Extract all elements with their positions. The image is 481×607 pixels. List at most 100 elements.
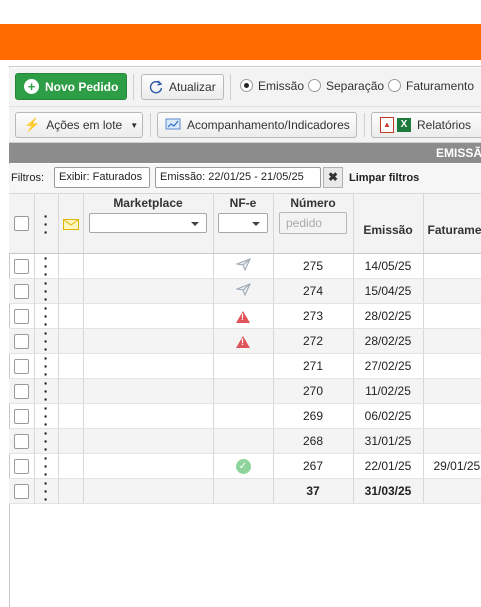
clear-filters-link[interactable]: Limpar filtros — [349, 172, 419, 184]
marketplace-cell — [83, 379, 213, 404]
filter-chip-status[interactable]: Exibir: Faturados — [54, 167, 150, 188]
row-mail-cell — [58, 279, 83, 304]
kebab-menu-icon[interactable]: ··· — [35, 354, 58, 378]
kebab-menu-icon[interactable]: ··· — [35, 304, 58, 328]
radio-emissao[interactable] — [240, 79, 253, 92]
header-menu-cell: ··· — [34, 194, 58, 254]
bulk-actions-button[interactable]: ⚡ Ações em lote ▼ — [15, 112, 143, 138]
table-row[interactable]: ··· 27328/02/25 — [9, 304, 481, 329]
envelope-icon[interactable] — [63, 219, 79, 230]
row-checkbox[interactable] — [14, 259, 29, 274]
table-row[interactable]: ···✓26722/01/2529/01/25 — [9, 454, 481, 479]
row-checkbox[interactable] — [14, 309, 29, 324]
refresh-button[interactable]: Atualizar — [141, 74, 224, 100]
numero-cell: 269 — [273, 404, 353, 429]
table-row[interactable]: ···26906/02/25 — [9, 404, 481, 429]
faturamento-cell — [423, 354, 481, 379]
kebab-menu-icon[interactable]: ··· — [35, 404, 58, 428]
refresh-label: Atualizar — [169, 80, 216, 94]
toolbar-divider — [133, 74, 134, 100]
kebab-menu-icon[interactable]: ··· — [35, 329, 58, 353]
header-bar — [0, 24, 481, 60]
row-select-cell — [9, 254, 34, 279]
row-checkbox[interactable] — [14, 359, 29, 374]
row-menu-cell: ··· — [34, 304, 58, 329]
section-header-title: EMISSÃ — [436, 146, 481, 160]
faturamento-cell — [423, 479, 481, 504]
toolbar-divider — [230, 74, 231, 100]
radio-emissao-label: Emissão — [258, 79, 304, 93]
table-row[interactable]: ··· 27415/04/25 — [9, 279, 481, 304]
row-checkbox[interactable] — [14, 284, 29, 299]
faturamento-cell — [423, 254, 481, 279]
totals-checkbox[interactable] — [14, 484, 29, 499]
kebab-menu-icon[interactable]: ··· — [35, 254, 58, 278]
toolbar-divider — [150, 113, 151, 137]
emissao-column-header[interactable]: Emissão — [353, 194, 423, 254]
faturamento-cell — [423, 279, 481, 304]
row-checkbox[interactable] — [14, 459, 29, 474]
marketplace-cell — [83, 479, 213, 504]
numero-cell: 275 — [273, 254, 353, 279]
row-menu-cell: ··· — [34, 379, 58, 404]
kebab-menu-icon[interactable]: ··· — [35, 279, 58, 303]
reports-button[interactable]: ▲ X Relatórios — [371, 112, 481, 138]
nfe-cell — [213, 304, 273, 329]
emissao-cell: 15/04/25 — [353, 279, 423, 304]
marketplace-cell — [83, 354, 213, 379]
order-number-input[interactable]: pedido — [279, 212, 347, 234]
toolbar-divider — [364, 113, 365, 137]
nfe-cell — [213, 404, 273, 429]
table-row[interactable]: ···27228/02/25 — [9, 329, 481, 354]
row-mail-cell — [58, 454, 83, 479]
marketplace-filter-select[interactable] — [89, 213, 207, 233]
numero-cell: 268 — [273, 429, 353, 454]
row-mail-cell — [58, 479, 83, 504]
faturamento-column-header[interactable]: Faturame — [423, 194, 481, 254]
row-menu-cell: ··· — [34, 454, 58, 479]
paper-plane-icon — [236, 285, 251, 299]
kebab-menu-icon[interactable]: ··· — [35, 479, 58, 503]
plus-icon: + — [24, 79, 39, 94]
numero-cell: 273 — [273, 304, 353, 329]
kebab-menu-icon[interactable]: ··· — [35, 454, 58, 478]
row-checkbox[interactable] — [14, 384, 29, 399]
numero-cell: 271 — [273, 354, 353, 379]
emissao-cell: 28/02/25 — [353, 304, 423, 329]
tracking-indicators-label: Acompanhamento/Indicadores — [187, 118, 350, 132]
row-select-cell — [9, 354, 34, 379]
row-checkbox[interactable] — [14, 434, 29, 449]
emissao-cell: 11/02/25 — [353, 379, 423, 404]
chart-icon — [165, 118, 181, 132]
table-row[interactable]: ···27011/02/25 — [9, 379, 481, 404]
marketplace-cell — [83, 454, 213, 479]
row-select-cell — [9, 329, 34, 354]
radio-separacao[interactable] — [308, 79, 321, 92]
select-all-checkbox[interactable] — [14, 216, 29, 231]
nfe-cell — [213, 379, 273, 404]
emissao-cell: 31/01/25 — [353, 429, 423, 454]
nfe-filter-select[interactable] — [218, 213, 268, 233]
numero-cell: 274 — [273, 279, 353, 304]
radio-faturamento[interactable] — [388, 79, 401, 92]
row-select-cell — [9, 379, 34, 404]
tracking-indicators-button[interactable]: Acompanhamento/Indicadores — [157, 112, 357, 138]
row-menu-cell: ··· — [34, 479, 58, 504]
remove-filter-icon[interactable]: ✖ — [323, 167, 343, 188]
new-order-button[interactable]: + Novo Pedido — [15, 73, 127, 100]
filter-chip-date[interactable]: Emissão: 22/01/25 - 21/05/25 — [155, 167, 321, 188]
table-row[interactable]: ··· 26831/01/25 — [9, 429, 481, 454]
row-checkbox[interactable] — [14, 409, 29, 424]
row-checkbox[interactable] — [14, 334, 29, 349]
table-row[interactable]: ··· 27514/05/25 — [9, 254, 481, 279]
table-row[interactable]: ···27127/02/25 — [9, 354, 481, 379]
kebab-menu-icon[interactable]: ··· — [35, 379, 58, 403]
marketplace-cell — [83, 404, 213, 429]
kebab-menu-icon[interactable]: ··· — [35, 212, 58, 236]
row-select-cell — [9, 404, 34, 429]
faturamento-cell — [423, 404, 481, 429]
nfe-cell — [213, 429, 273, 454]
faturamento-cell: 29/01/25 — [423, 454, 481, 479]
kebab-menu-icon[interactable]: ··· — [35, 429, 58, 453]
emissao-cell: 14/05/25 — [353, 254, 423, 279]
